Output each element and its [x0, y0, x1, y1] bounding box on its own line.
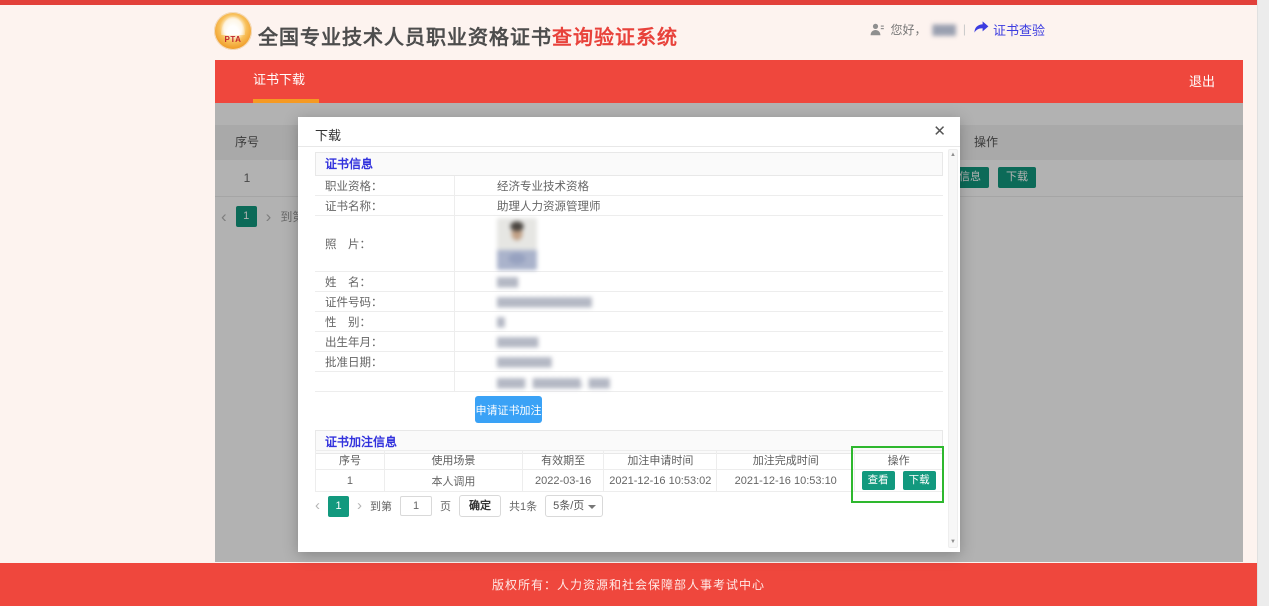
cert-info-table: 职业资格： 经济专业技术资格证书名称： 助理人力资源管理师照 片：姓 名： ▇▇▇ 证件… — [315, 176, 943, 392]
user-icon — [870, 23, 885, 36]
close-icon[interactable]: ✕ — [933, 122, 946, 142]
annotation-table: 序号 使用场景 有效期至 加注申请时间 加注完成时间 操作 1 本人调用 2022-03-16 2… — [315, 450, 943, 492]
cert-info-row: 性 别： ▇ — [315, 312, 943, 332]
page-unit-label: 页 — [440, 501, 451, 513]
scroll-down-icon[interactable]: ▼ — [949, 539, 957, 545]
info-value: ▇▇▇▇▇▇▇▇ — [497, 356, 552, 368]
cert-info-row: 姓 名： ▇▇▇ — [315, 272, 943, 292]
browser-scrollbar[interactable] — [1257, 0, 1269, 606]
info-label: 出生年月： — [315, 332, 455, 351]
tab-cert-download[interactable]: 证书下载 — [229, 60, 329, 99]
annotation-cell: 2021-12-16 10:53:10 — [717, 470, 856, 492]
next-page-arrow[interactable]: › — [357, 496, 362, 516]
user-bar: 您好， ▇▇▇ | 证书查验 — [870, 19, 1045, 39]
info-value: 经济专业技术资格 — [497, 180, 589, 193]
annotation-col-header: 使用场景 — [384, 451, 523, 470]
cert-info-row: 照 片： — [315, 216, 943, 272]
prev-page-arrow[interactable]: ‹ — [315, 496, 320, 516]
annotation-col-header: 有效期至 — [522, 451, 605, 470]
confirm-page-button[interactable]: 确定 — [459, 495, 501, 517]
info-label: 性 别： — [315, 312, 455, 331]
site-footer: 版权所有：人力资源和社会保障部人事考试中心 — [0, 563, 1257, 606]
greeting-text: 您好， — [890, 22, 927, 37]
site-title: 全国专业技术人员职业资格证书查询验证系统 — [258, 21, 678, 50]
info-label: 职业资格： — [315, 176, 455, 195]
main-nav: 证书下载 退出 — [215, 60, 1243, 103]
view-button[interactable]: 查看 — [861, 471, 895, 490]
annotation-cell: 2022-03-16 — [522, 470, 605, 492]
info-label: 证件号码： — [315, 292, 455, 311]
logout-button[interactable]: 退出 — [1179, 60, 1225, 103]
info-value: ▇▇▇▇：▇▇▇▇▇▇▇，▇▇▇ — [497, 378, 610, 389]
download-button[interactable]: 下载 — [902, 471, 936, 490]
info-label: 姓 名： — [315, 272, 455, 291]
pta-logo-text: PTA — [224, 35, 242, 44]
modal-header: 下载 ✕ — [298, 117, 960, 147]
cert-info-section-title: 证书信息 — [315, 152, 943, 176]
cert-verify-link[interactable]: 证书查验 — [974, 20, 1045, 39]
goto-page-input[interactable]: 1 — [400, 496, 432, 516]
info-value: ▇ — [497, 316, 505, 328]
user-name: ▇▇▇ — [932, 23, 955, 36]
cert-info-row: 出生年月： ▇▇▇▇▇▇ — [315, 332, 943, 352]
info-label: 批准日期： — [315, 352, 455, 371]
certificate-photo — [497, 217, 537, 270]
info-value: ▇▇▇▇▇▇▇▇▇▇▇▇▇▇ — [497, 296, 592, 308]
share-arrow-icon — [974, 21, 989, 37]
info-label — [315, 372, 455, 391]
cert-info-row: ▇▇▇▇：▇▇▇▇▇▇▇，▇▇▇ — [315, 372, 943, 392]
site-title-suffix: 查询验证系统 — [552, 27, 678, 49]
annotation-col-header: 操作 — [855, 451, 943, 470]
scroll-up-icon[interactable]: ▲ — [949, 152, 957, 158]
page-size-select[interactable]: 5条/页 — [545, 495, 604, 517]
annotation-cell: 本人调用 — [384, 470, 523, 492]
info-value: ▇▇▇ — [497, 276, 518, 288]
user-bar-separator: | — [962, 22, 966, 36]
modal-title: 下载 — [315, 128, 342, 143]
annotation-cell: 1 — [316, 470, 385, 492]
copyright-text: 版权所有：人力资源和社会保障部人事考试中心 — [491, 578, 765, 592]
goto-page-label: 到第 — [370, 501, 392, 513]
cert-info-row: 证书名称： 助理人力资源管理师 — [315, 196, 943, 216]
site-title-main: 全国专业技术人员职业资格证书 — [258, 27, 552, 49]
info-label: 证书名称： — [315, 196, 455, 215]
annotation-actions-cell: 查看 下载 — [855, 470, 943, 492]
cert-info-row: 批准日期： ▇▇▇▇▇▇▇▇ — [315, 352, 943, 372]
pta-logo: PTA — [214, 12, 252, 50]
annotation-col-header: 加注完成时间 — [717, 451, 856, 470]
cert-verify-label: 证书查验 — [992, 22, 1045, 38]
annotation-pagination: ‹ 1 › 到第 1 页 确定 共1条 5条/页 — [315, 495, 604, 517]
current-page-button[interactable]: 1 — [328, 495, 349, 517]
annotation-col-header: 加注申请时间 — [604, 451, 718, 470]
annotation-header-row: 序号 使用场景 有效期至 加注申请时间 加注完成时间 操作 — [316, 451, 943, 470]
site-header: PTA 全国专业技术人员职业资格证书查询验证系统 您好， ▇▇▇ | 证书查验 — [0, 5, 1257, 60]
modal-scrollbar[interactable]: ▲ ▼ — [948, 149, 958, 548]
info-value: ▇▇▇▇▇▇ — [497, 336, 538, 348]
cert-info-row: 证件号码： ▇▇▇▇▇▇▇▇▇▇▇▇▇▇ — [315, 292, 943, 312]
apply-annotation-button[interactable]: 申请证书加注 — [475, 396, 542, 423]
annotation-data-row: 1 本人调用 2022-03-16 2021-12-16 10:53:02 2021-1… — [316, 470, 943, 492]
total-count-label: 共1条 — [509, 501, 538, 513]
cert-info-row: 职业资格： 经济专业技术资格 — [315, 176, 943, 196]
info-value: 助理人力资源管理师 — [497, 200, 601, 213]
download-modal: 下载 ✕ ▲ ▼ 证书信息 职业资格： 经济专业技术资格证书名称： 助理人力资源管理… — [298, 117, 960, 552]
info-label: 照 片： — [315, 216, 455, 271]
annotation-col-header: 序号 — [316, 451, 385, 470]
annotation-cell: 2021-12-16 10:53:02 — [604, 470, 718, 492]
